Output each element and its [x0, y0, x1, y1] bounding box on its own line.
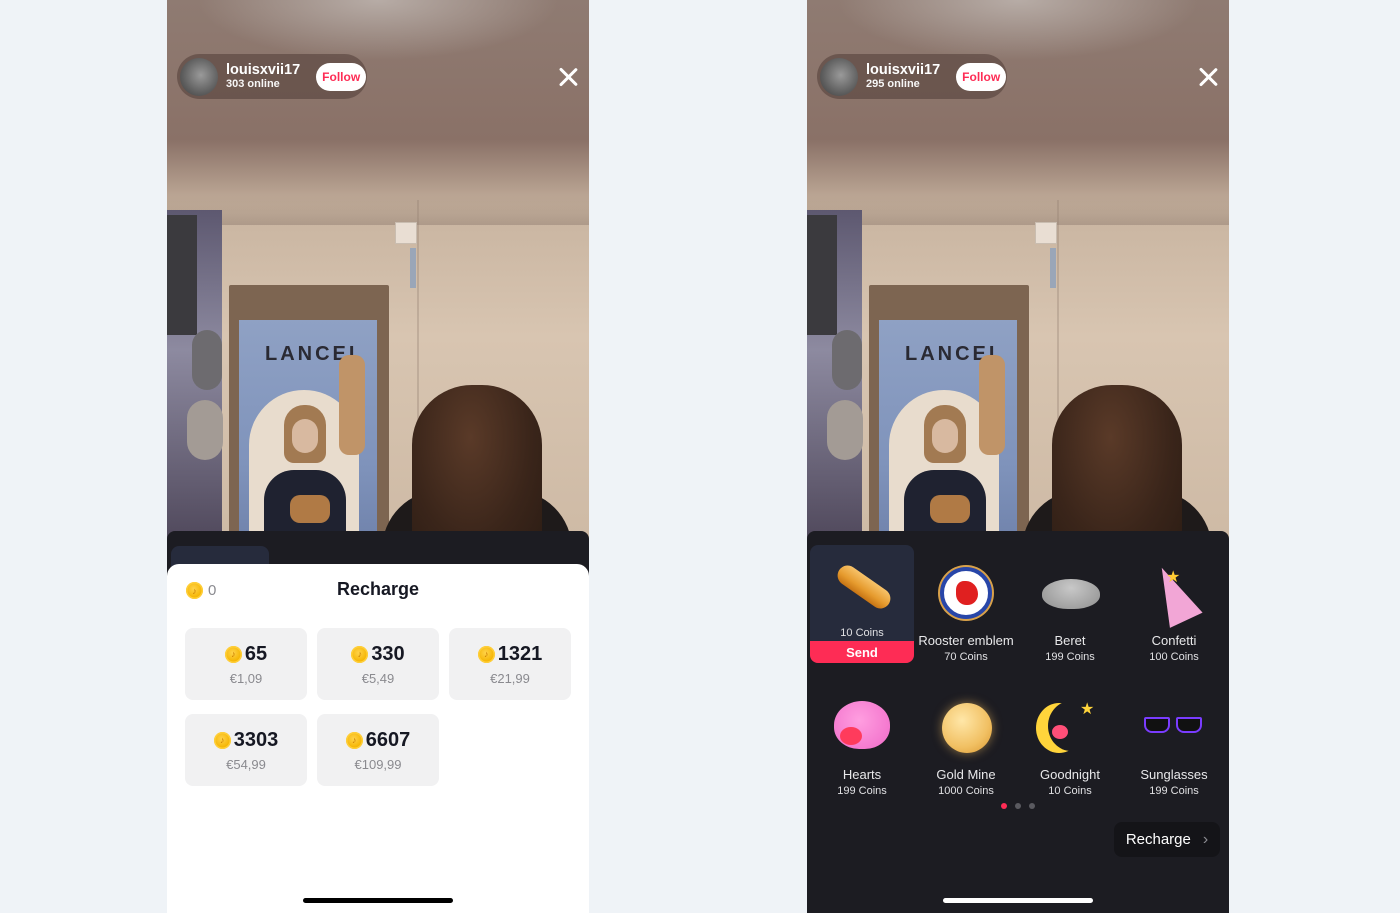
coin-icon: ♪	[477, 645, 495, 663]
package-price: €1,09	[229, 670, 263, 686]
coin-icon: ♪	[224, 645, 242, 663]
gift-price: 100 Coins	[1149, 651, 1199, 663]
recharge-button[interactable]: Recharge ›	[1114, 822, 1220, 857]
gift-name: Sunglasses	[1140, 767, 1208, 782]
gift-price: 10 Coins	[840, 627, 884, 639]
avatar[interactable]	[180, 57, 218, 96]
gift-name: Beret	[1054, 633, 1086, 648]
coin-icon: ♪	[351, 645, 369, 663]
gift-item-gold-mine[interactable]: Gold Mine 1000 Coins	[914, 679, 1018, 797]
coin-package[interactable]: ♪ 6607 €109,99	[317, 714, 439, 786]
package-coins: 1321	[497, 642, 543, 665]
gift-name: Rooster emblem	[918, 633, 1014, 648]
gift-name: Hearts	[842, 767, 882, 782]
package-price: €21,99	[490, 670, 530, 686]
sheet-title: Recharge	[336, 579, 420, 599]
gift-price: 199 Coins	[837, 785, 887, 797]
page-dot-1[interactable]	[1001, 803, 1007, 809]
package-price: €54,99	[226, 756, 266, 772]
gift-price: 199 Coins	[1149, 785, 1199, 797]
host-username: louisxvii17	[226, 62, 301, 78]
beret-icon	[1038, 561, 1102, 625]
gift-price: 199 Coins	[1045, 651, 1095, 663]
package-coins: 330	[371, 642, 405, 665]
left-screen: LANCEL louisxvii17 303 online Follow ♪ 0…	[167, 0, 589, 913]
rooster-emblem-icon	[934, 561, 998, 625]
host-info-pill[interactable]: louisxvii17 295 online Follow	[817, 54, 1007, 99]
viewer-count: 295 online	[866, 78, 920, 90]
gift-name: Confetti	[1151, 633, 1197, 648]
close-icon[interactable]	[557, 66, 579, 88]
recharge-label: Recharge	[1125, 831, 1191, 848]
gift-grid: 10 Coins Send Rooster emblem 70 Coins Be…	[810, 545, 1226, 797]
gift-item-goodnight[interactable]: ★ Goodnight 10 Coins	[1018, 679, 1122, 797]
gift-item-rooster-emblem[interactable]: Rooster emblem 70 Coins	[914, 545, 1018, 663]
gift-name: Gold Mine	[936, 767, 996, 782]
send-button[interactable]: Send	[810, 641, 914, 663]
gift-item-hearts[interactable]: Hearts 199 Coins	[810, 679, 914, 797]
gift-name: Goodnight	[1040, 767, 1100, 782]
host-info-pill[interactable]: louisxvii17 303 online Follow	[177, 54, 367, 99]
gift-item-confetti[interactable]: ★ Confetti 100 Coins	[1122, 545, 1226, 663]
page-dot-3[interactable]	[1029, 803, 1035, 809]
coin-package[interactable]: ♪ 1321 €21,99	[449, 628, 571, 700]
recharge-sheet: ♪ 0 Recharge ♪ 65 €1,09 ♪ 330 €5,49 ♪ 1321 …	[167, 564, 589, 913]
coin-package[interactable]: ♪ 65 €1,09	[185, 628, 307, 700]
gift-price: 70 Coins	[944, 651, 988, 663]
follow-button[interactable]: Follow	[316, 62, 367, 91]
package-coins: 6607	[365, 728, 411, 751]
baguette-icon	[830, 557, 895, 621]
host-username: louisxvii17	[866, 62, 941, 78]
coin-packages: ♪ 65 €1,09 ♪ 330 €5,49 ♪ 1321 €21,99 ♪ 3303 …	[185, 628, 573, 786]
viewer-count: 303 online	[226, 78, 280, 90]
avatar[interactable]	[820, 57, 858, 96]
confetti-icon: ★	[1142, 560, 1206, 628]
home-indicator[interactable]	[943, 898, 1093, 903]
close-icon[interactable]	[1197, 66, 1219, 88]
gift-panel: 10 Coins Send Rooster emblem 70 Coins Be…	[807, 531, 1229, 913]
follow-button[interactable]: Follow	[956, 62, 1007, 91]
gold-mine-icon	[934, 695, 998, 759]
page-dot-2[interactable]	[1015, 803, 1021, 809]
right-screen: LANCEL louisxvii17 295 online Follow 10 …	[807, 0, 1229, 913]
gift-price: 1000 Coins	[938, 785, 994, 797]
goodnight-icon: ★	[1038, 695, 1102, 759]
coin-icon: ♪	[213, 731, 231, 749]
page-indicator	[807, 803, 1229, 809]
sunglasses-icon	[1142, 695, 1206, 759]
coin-icon: ♪	[345, 731, 363, 749]
gift-item-beret[interactable]: Beret 199 Coins	[1018, 545, 1122, 663]
coin-package[interactable]: ♪ 330 €5,49	[317, 628, 439, 700]
coin-package[interactable]: ♪ 3303 €54,99	[185, 714, 307, 786]
package-coins: 65	[244, 642, 268, 665]
package-price: €5,49	[361, 670, 395, 686]
hearts-icon	[830, 695, 894, 759]
home-indicator[interactable]	[303, 898, 453, 903]
gift-price: 10 Coins	[1048, 785, 1092, 797]
package-coins: 3303	[233, 728, 279, 751]
gift-item-baguette[interactable]: 10 Coins Send	[810, 545, 914, 663]
chevron-right-icon: ›	[1202, 830, 1209, 848]
package-price: €109,99	[354, 756, 402, 772]
gift-item-sunglasses[interactable]: Sunglasses 199 Coins	[1122, 679, 1226, 797]
